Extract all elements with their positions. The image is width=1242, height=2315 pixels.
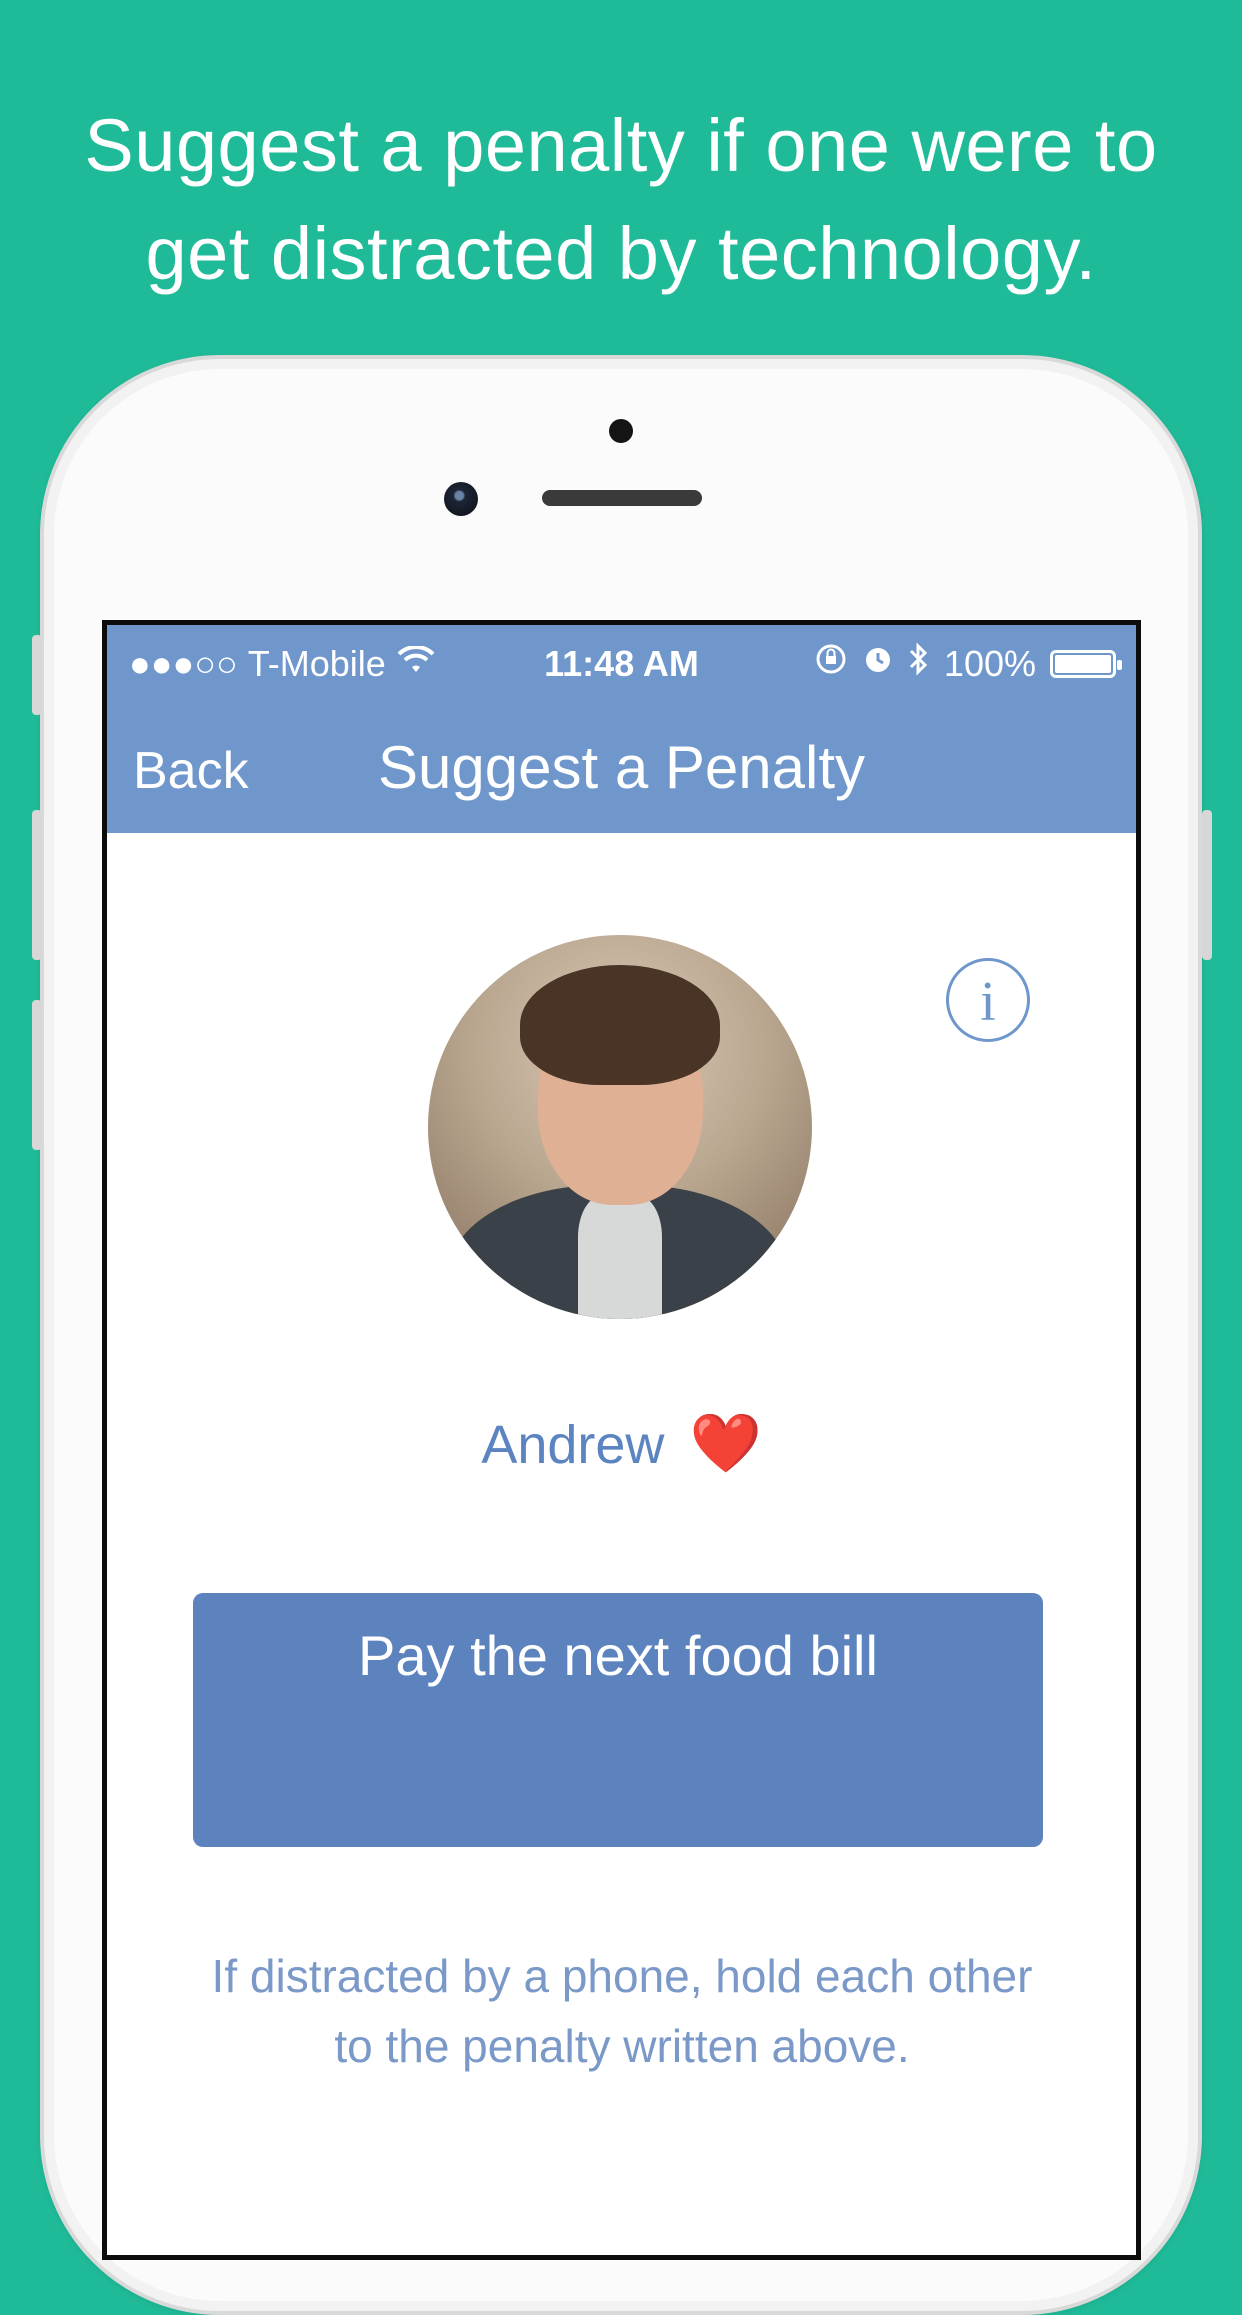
penalty-text: Pay the next food bill bbox=[358, 1624, 878, 1687]
avatar bbox=[428, 935, 812, 1319]
headline-line-1: Suggest a penalty if one were to bbox=[84, 104, 1158, 187]
penalty-hint: If distracted by a phone, hold each othe… bbox=[147, 1941, 1097, 2081]
status-right: 100% bbox=[814, 641, 1122, 686]
avatar-shirt bbox=[578, 1195, 662, 1319]
page-title: Suggest a Penalty bbox=[377, 734, 865, 801]
orientation-lock-icon bbox=[814, 642, 848, 685]
alarm-icon bbox=[862, 642, 894, 685]
friend-name: Andrew bbox=[481, 1415, 665, 1475]
front-camera-icon bbox=[444, 482, 478, 516]
bluetooth-icon bbox=[908, 641, 930, 686]
headline-line-2: get distracted by technology. bbox=[145, 212, 1097, 295]
hint-line-2: to the penalty written above. bbox=[334, 2020, 910, 2072]
battery-fill bbox=[1055, 654, 1111, 673]
mute-switch bbox=[32, 635, 42, 715]
marketing-headline: Suggest a penalty if one were to get dis… bbox=[40, 92, 1202, 308]
heart-icon: ❤️ bbox=[689, 1411, 762, 1476]
volume-down-button bbox=[32, 1000, 42, 1150]
friend-name-row: Andrew ❤️ bbox=[107, 1410, 1136, 1478]
power-button bbox=[1202, 810, 1212, 960]
penalty-input[interactable]: Pay the next food bill bbox=[193, 1593, 1043, 1847]
info-icon[interactable]: i bbox=[946, 958, 1030, 1042]
proximity-sensor bbox=[609, 419, 633, 443]
navigation-bar: Back Suggest a Penalty bbox=[107, 711, 1136, 833]
status-bar: ●●●○○ T-Mobile 11:48 AM 100% bbox=[107, 625, 1136, 711]
avatar-hair bbox=[520, 965, 720, 1085]
earpiece-speaker bbox=[542, 490, 702, 506]
hint-line-1: If distracted by a phone, hold each othe… bbox=[211, 1950, 1033, 2002]
battery-icon bbox=[1050, 649, 1122, 678]
battery-percent: 100% bbox=[943, 642, 1036, 684]
volume-up-button bbox=[32, 810, 42, 960]
phone-screen: ●●●○○ T-Mobile 11:48 AM 100% Back Sugges… bbox=[102, 620, 1141, 2260]
